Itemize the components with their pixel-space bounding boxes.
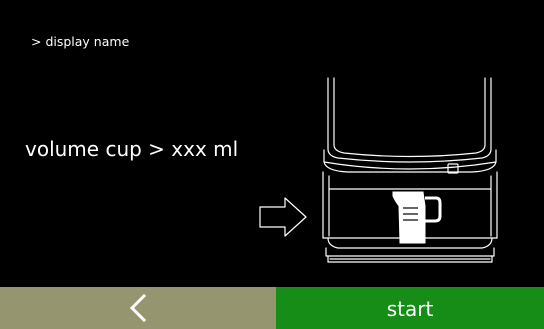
screen: > display name volume cup > xxx ml start xyxy=(0,0,544,329)
volume-cup-label: volume cup > xxx ml xyxy=(25,137,239,161)
arrow-right-icon xyxy=(259,197,307,237)
footer-bar: start xyxy=(0,287,544,329)
display-name-label: > display name xyxy=(31,34,130,49)
chevron-left-icon xyxy=(129,293,147,323)
start-button[interactable]: start xyxy=(276,287,544,329)
back-button[interactable] xyxy=(0,287,276,329)
measuring-cup-icon xyxy=(392,191,442,244)
coffee-machine-illustration xyxy=(259,77,498,263)
machine-housing xyxy=(323,77,497,174)
start-button-label: start xyxy=(386,297,434,321)
